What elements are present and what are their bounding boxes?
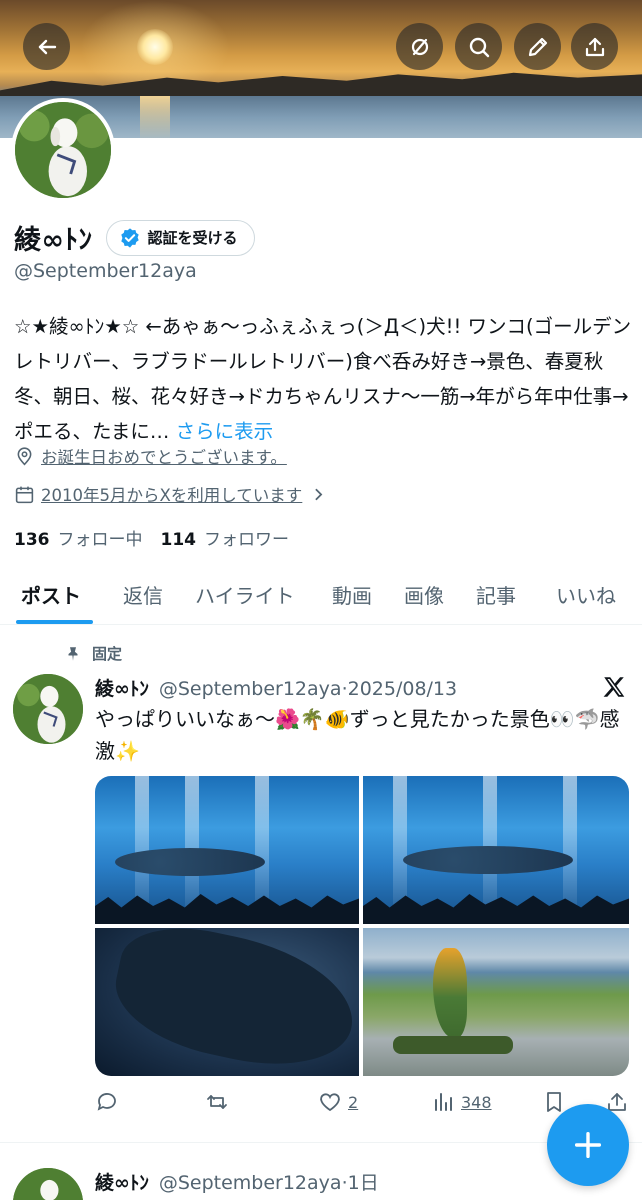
tab-posts[interactable]: ポスト <box>21 580 81 609</box>
joined-text[interactable]: 2010年5月からXを利用しています <box>41 482 302 506</box>
plus-icon <box>574 1131 602 1159</box>
media-image-1[interactable] <box>95 776 359 924</box>
repost-button[interactable] <box>205 1090 235 1114</box>
like-count[interactable]: 2 <box>348 1093 358 1112</box>
views-chart-icon <box>435 1093 452 1111</box>
tab-articles[interactable]: 記事 <box>476 580 516 609</box>
profile-tabs: ポスト 返信 ハイライト 動画 画像 記事 いいね <box>0 562 642 625</box>
next-post-author-handle: @September12aya·1日 <box>159 1168 379 1195</box>
show-more-link[interactable]: さらに表示 <box>176 420 274 443</box>
location-text[interactable]: お誕生日おめでとうございます。 <box>41 444 287 468</box>
media-image-2[interactable] <box>363 776 629 924</box>
next-post-author-name[interactable]: 綾∞ﾄﾝ <box>95 1168 149 1195</box>
crowd-silhouette <box>95 894 359 924</box>
profile-bio: ☆★綾∞ﾄﾝ★☆ ←あゃぁ〜っふぇふぇっ(＞Д＜)犬!! ワンコ(ゴールデンレト… <box>14 309 634 449</box>
flower-bed <box>393 1036 513 1054</box>
get-verified-button[interactable]: 認証を受ける <box>105 219 255 256</box>
tab-likes[interactable]: いいね <box>556 580 616 609</box>
pinned-indicator: 固定 <box>64 643 122 664</box>
profile-avatar[interactable] <box>11 98 115 202</box>
pin-icon <box>68 646 78 661</box>
post-divider <box>0 1142 642 1143</box>
search-button[interactable] <box>455 23 502 70</box>
bio-text: ☆★綾∞ﾄﾝ★☆ ←あゃぁ〜っふぇふぇっ(＞Д＜)犬!! ワンコ(ゴールデンレト… <box>14 315 632 443</box>
whale-shark <box>115 848 265 876</box>
calendar-icon <box>15 486 34 503</box>
next-post-avatar[interactable] <box>13 1168 83 1200</box>
tab-replies[interactable]: 返信 <box>123 580 163 609</box>
share-button[interactable] <box>571 23 618 70</box>
active-tab-indicator <box>16 620 93 624</box>
dog-photo <box>13 1168 83 1200</box>
seahorse-topiary <box>433 948 467 1038</box>
reply-icon <box>97 1093 116 1111</box>
search-icon <box>469 37 489 57</box>
follow-stats: 136 フォロー中 114 フォロワー <box>14 525 289 550</box>
following-label: フォロー中 <box>57 530 143 550</box>
banner-sun <box>137 29 173 65</box>
post-media-grid <box>95 776 629 1076</box>
pinned-label: 固定 <box>92 645 123 663</box>
reply-button[interactable] <box>95 1090 125 1114</box>
profile-name-row: 綾∞ﾄﾝ 認証を受ける <box>14 218 255 257</box>
whale-shark <box>403 846 573 874</box>
get-verified-label: 認証を受ける <box>147 229 238 247</box>
post-avatar[interactable] <box>13 674 83 744</box>
next-post-date[interactable]: ·1日 <box>342 1172 379 1194</box>
compose-button[interactable] <box>547 1104 629 1186</box>
repost-icon <box>207 1095 227 1109</box>
tab-highlights[interactable]: ハイライト <box>195 580 295 609</box>
post-handle: @September12aya <box>158 678 342 700</box>
next-post-handle: @September12aya <box>158 1172 342 1194</box>
post-author-name[interactable]: 綾∞ﾄﾝ <box>95 674 149 701</box>
verified-badge-icon <box>120 227 139 248</box>
display-name: 綾∞ﾄﾝ <box>14 225 93 256</box>
media-image-3[interactable] <box>95 928 359 1076</box>
post-header: 綾∞ﾄﾝ @September12aya·2025/08/13 <box>95 674 457 701</box>
post-author-handle: @September12aya·2025/08/13 <box>159 678 457 700</box>
tab-images[interactable]: 画像 <box>404 580 444 609</box>
share-icon <box>585 37 604 56</box>
x-logo-icon[interactable] <box>601 674 627 700</box>
bookmark-icon <box>547 1092 561 1112</box>
media-image-4[interactable] <box>363 928 629 1076</box>
edit-button[interactable] <box>514 23 561 70</box>
chevron-right-icon <box>315 488 323 500</box>
heart-icon <box>320 1093 340 1112</box>
edit-icon <box>528 37 547 56</box>
like-button[interactable]: 2 <box>318 1090 358 1114</box>
mute-icon <box>411 38 428 55</box>
arrow-left-icon <box>38 39 56 54</box>
following-link[interactable]: 136 フォロー中 <box>14 525 143 550</box>
joined-row[interactable]: 2010年5月からXを利用しています <box>14 482 329 506</box>
location-row: お誕生日おめでとうございます。 <box>14 444 287 468</box>
following-count: 136 <box>14 530 50 550</box>
back-button[interactable] <box>23 23 70 70</box>
mute-button[interactable] <box>396 23 443 70</box>
post-text: やっぱりいいなぁ〜🌺🌴🐠ずっと見たかった景色👀🦈感激✨ <box>95 707 620 763</box>
location-pin-icon <box>17 446 32 466</box>
manta-ray <box>105 928 359 1076</box>
post-date[interactable]: ·2025/08/13 <box>342 678 458 700</box>
dog-photo <box>15 102 111 198</box>
banner-reflection <box>140 96 170 138</box>
post-actions: 2 348 <box>95 1090 629 1116</box>
bookmark-button[interactable] <box>542 1090 566 1114</box>
tab-videos[interactable]: 動画 <box>332 580 372 609</box>
views-button[interactable]: 348 <box>431 1090 492 1114</box>
profile-handle: @September12aya <box>14 260 197 282</box>
dog-photo <box>13 674 83 744</box>
followers-link[interactable]: 114 フォロワー <box>161 525 290 550</box>
followers-label: フォロワー <box>204 530 289 550</box>
views-count[interactable]: 348 <box>461 1093 492 1112</box>
next-post-header: 綾∞ﾄﾝ @September12aya·1日 <box>95 1168 379 1195</box>
followers-count: 114 <box>160 530 197 550</box>
